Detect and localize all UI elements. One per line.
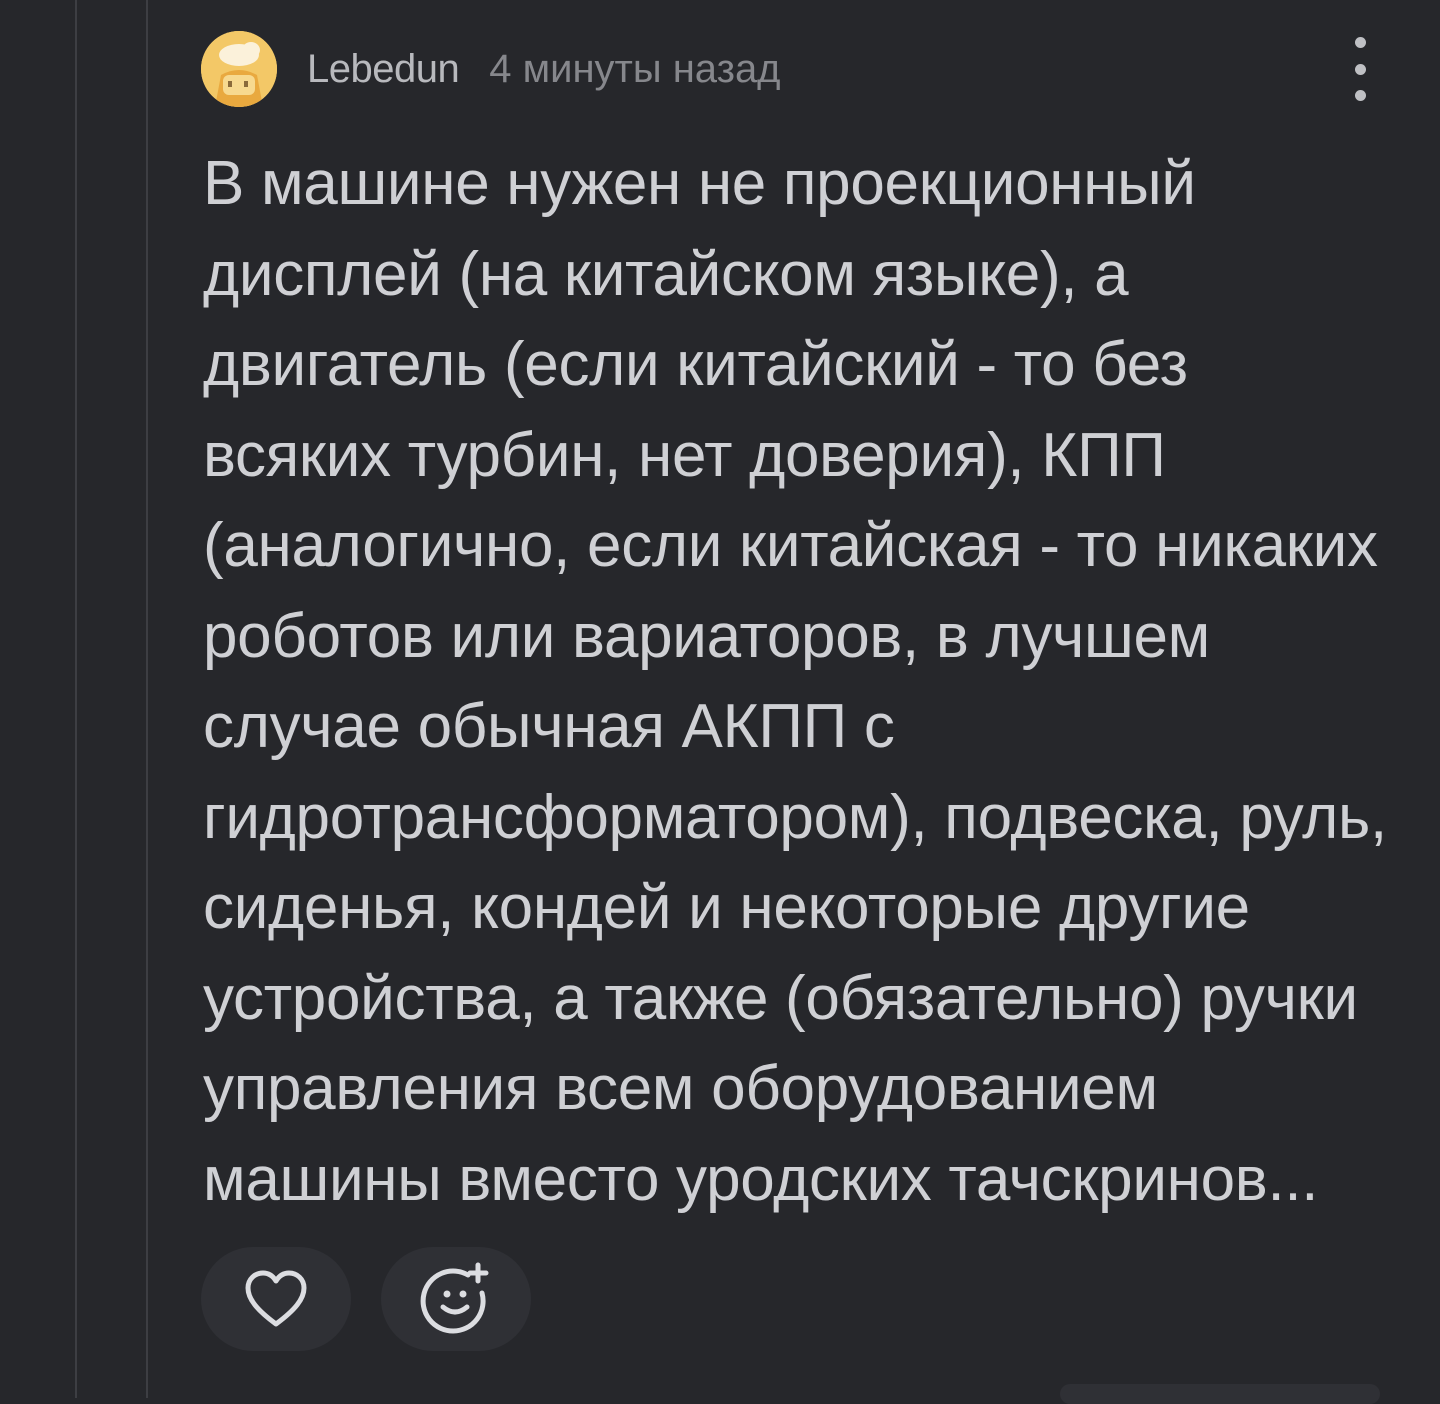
more-vertical-icon[interactable] [1340,37,1380,101]
next-item-edge [1060,1384,1380,1404]
like-button[interactable] [201,1247,351,1351]
avatar[interactable] [201,31,277,107]
comment-author[interactable]: Lebedun [307,47,460,92]
thread-line-inner [146,0,148,1398]
smiley-plus-icon [420,1262,489,1334]
add-reaction-button[interactable] [381,1247,531,1351]
comment-header: Lebedun 4 минуты назад [201,31,1380,107]
heart-outline-icon [245,1270,307,1327]
comment-time: 4 минуты назад [489,46,781,91]
comment-text: В машине нужен не проекционный дисплей (… [203,149,1387,1214]
thread-line-outer [75,0,77,1398]
